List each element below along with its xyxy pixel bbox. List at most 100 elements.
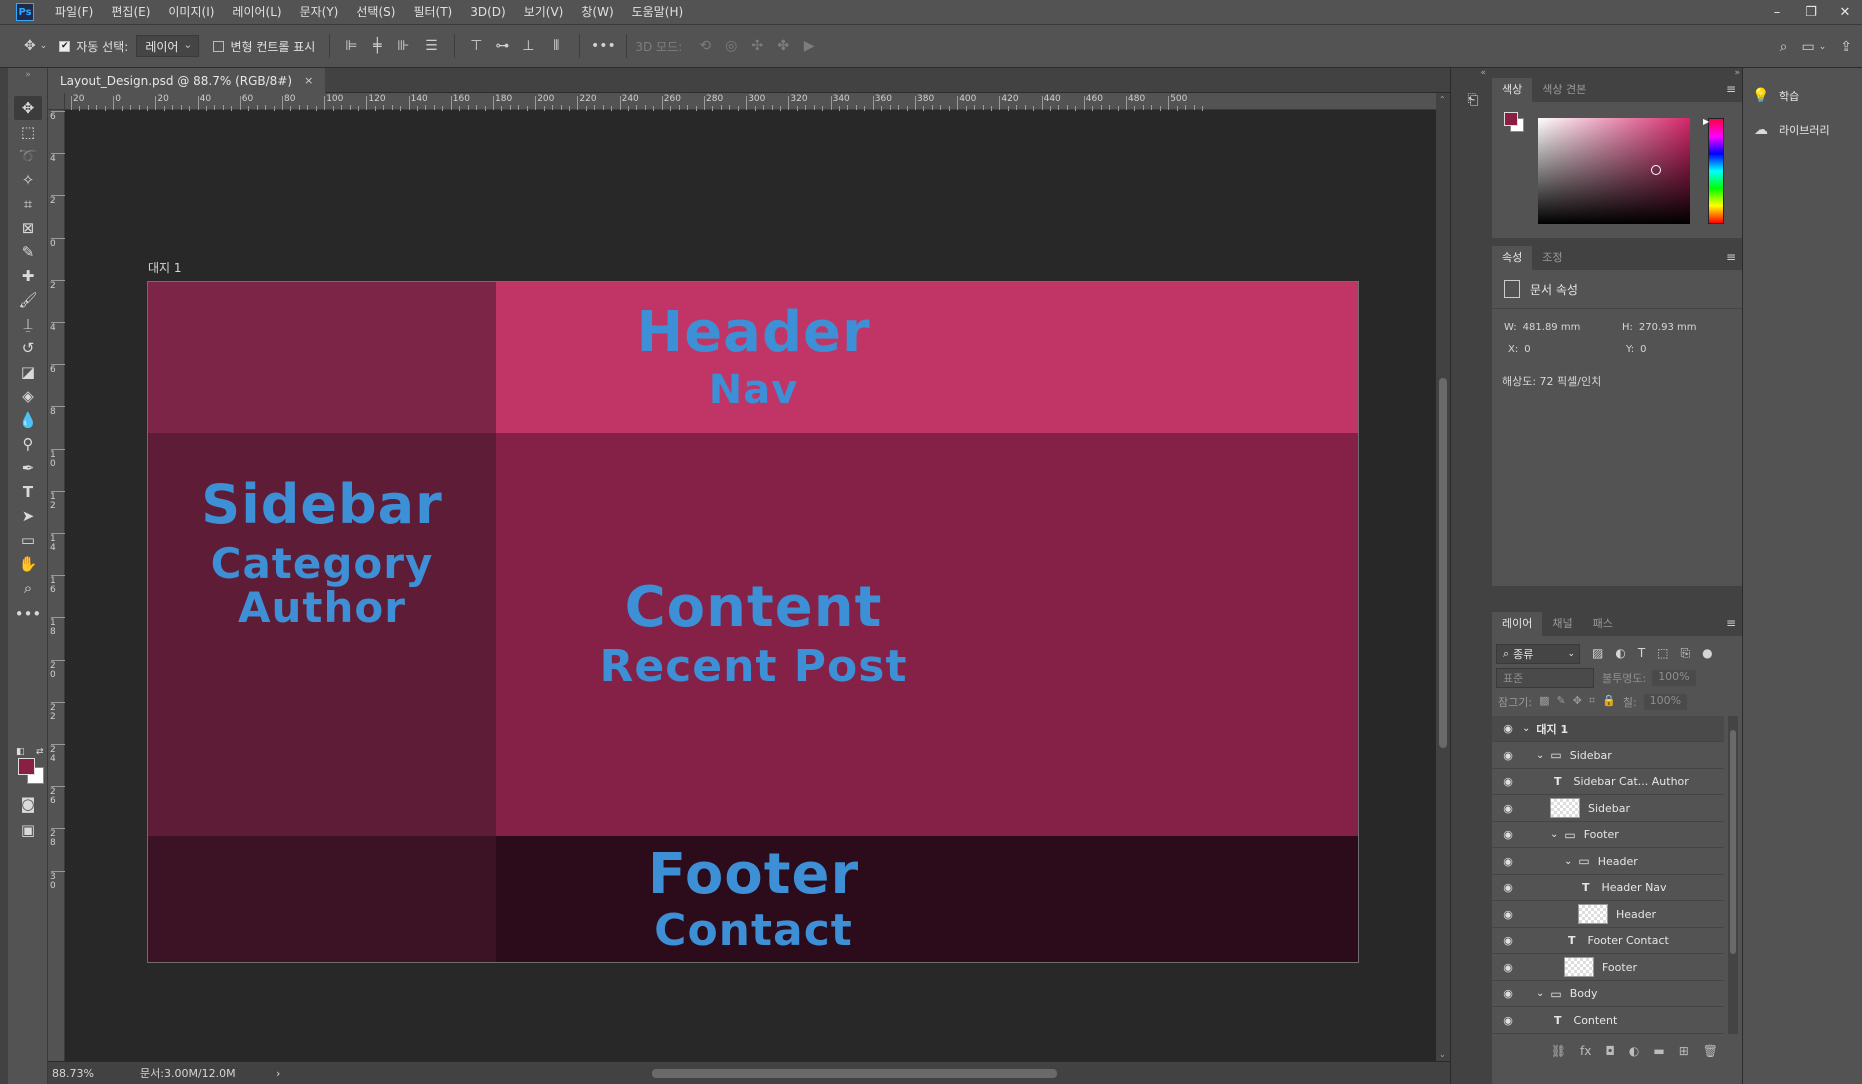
visibility-eye-icon[interactable]: ◉: [1500, 722, 1516, 735]
layer-row[interactable]: ◉ Footer: [1492, 955, 1724, 981]
tab-layers[interactable]: 레이어: [1492, 612, 1543, 636]
pen-tool-icon[interactable]: ✒: [14, 456, 42, 480]
default-colors-icon[interactable]: ◧: [16, 747, 25, 757]
menu-select[interactable]: 선택(S): [347, 0, 404, 24]
menu-layer[interactable]: 레이어(L): [223, 0, 290, 24]
hue-slider-marker-icon[interactable]: ▶: [1703, 117, 1709, 126]
menu-filter[interactable]: 필터(T): [404, 0, 461, 24]
workspace-icon[interactable]: ▭: [1801, 33, 1814, 61]
opacity-value[interactable]: 100%: [1652, 670, 1696, 686]
align-left-icon[interactable]: ⊫: [338, 32, 364, 60]
distribute-horizontal-icon[interactable]: ⦀: [541, 32, 571, 60]
menu-type[interactable]: 문자(Y): [291, 0, 348, 24]
tab-adjustments[interactable]: 조정: [1532, 246, 1572, 270]
lock-transparency-icon[interactable]: ▩: [1539, 694, 1549, 710]
expand-chevron-icon[interactable]: ⌄: [1522, 723, 1530, 734]
menu-3d[interactable]: 3D(D): [461, 0, 514, 24]
lasso-tool-icon[interactable]: ➰: [14, 144, 42, 168]
move-tool-icon[interactable]: ✥: [14, 96, 42, 120]
foreground-color-swatch[interactable]: [18, 758, 35, 775]
minimize-button[interactable]: –: [1760, 0, 1794, 24]
magic-wand-tool-icon[interactable]: ✧: [14, 168, 42, 192]
add-mask-icon[interactable]: ◘: [1605, 1044, 1615, 1058]
hand-tool-icon[interactable]: ✋: [14, 552, 42, 576]
visibility-eye-icon[interactable]: ◉: [1500, 881, 1516, 894]
expand-chevron-icon[interactable]: ⌄: [1536, 988, 1544, 999]
vertical-scrollbar[interactable]: ⌃ ⌄: [1436, 93, 1450, 1061]
horizontal-scroll-thumb[interactable]: [652, 1069, 1057, 1078]
scroll-up-icon[interactable]: ⌃: [1439, 95, 1446, 104]
dodge-tool-icon[interactable]: ⚲: [14, 432, 42, 456]
history-panel-icon[interactable]: ⎗: [1461, 88, 1485, 112]
menu-view[interactable]: 보기(V): [515, 0, 573, 24]
color-panel-foreground-swatch[interactable]: [1504, 112, 1518, 126]
layer-row[interactable]: ◉ T Sidebar Cat... Author: [1492, 769, 1724, 795]
fill-value[interactable]: 100%: [1643, 694, 1688, 710]
tab-color[interactable]: 색상: [1492, 78, 1533, 102]
tab-paths[interactable]: 패스: [1583, 612, 1623, 636]
color-picker-cursor[interactable]: [1651, 165, 1661, 175]
visibility-eye-icon[interactable]: ◉: [1500, 749, 1516, 762]
more-options-button[interactable]: •••: [588, 32, 618, 60]
share-icon[interactable]: ⇪: [1840, 33, 1852, 61]
visibility-eye-icon[interactable]: ◉: [1500, 802, 1516, 815]
menu-help[interactable]: 도움말(H): [623, 0, 693, 24]
x-value[interactable]: 0: [1524, 344, 1530, 355]
menu-window[interactable]: 창(W): [572, 0, 622, 24]
zoom-tool-icon[interactable]: ⌕: [14, 576, 42, 600]
smart-object-filter-icon[interactable]: ⎘: [1681, 646, 1691, 661]
adjustment-layer-filter-icon[interactable]: ◐: [1615, 646, 1625, 661]
restore-button[interactable]: ❐: [1794, 0, 1828, 24]
horizontal-ruler[interactable]: 20 0 20 40 60 80 100 120 140 160 180 200 220 240 260 28…: [48, 93, 1436, 111]
expand-chevron-icon[interactable]: ⌄: [1550, 829, 1558, 840]
eyedropper-tool-icon[interactable]: ✎: [14, 240, 42, 264]
layer-row[interactable]: ◉ ⌄ ▭ Sidebar: [1492, 743, 1724, 769]
3d-orbit-icon[interactable]: ⟲: [692, 32, 718, 60]
clone-stamp-tool-icon[interactable]: ⍊: [14, 312, 42, 336]
y-value[interactable]: 0: [1640, 344, 1646, 355]
paint-bucket-tool-icon[interactable]: ◈: [14, 384, 42, 408]
align-horizontal-center-icon[interactable]: ╪: [364, 32, 390, 60]
3d-pan-icon[interactable]: ✣: [744, 32, 770, 60]
adjustment-layer-icon[interactable]: ◐: [1629, 1044, 1639, 1058]
new-group-icon[interactable]: ▬: [1653, 1044, 1664, 1058]
layer-row[interactable]: ◉ Sidebar: [1492, 796, 1724, 822]
auto-select-target-select[interactable]: 레이어: [136, 35, 200, 57]
delete-layer-icon[interactable]: 🗑: [1703, 1044, 1718, 1058]
lock-artboard-icon[interactable]: ⌗: [1589, 694, 1595, 710]
height-value[interactable]: 270.93 mm: [1639, 322, 1697, 333]
learn-panel-button[interactable]: 💡 학습: [1751, 88, 1799, 104]
quick-mask-icon[interactable]: ◙: [14, 792, 42, 816]
artboard[interactable]: Header Nav Sidebar Category Author Conte…: [147, 281, 1359, 963]
status-menu-arrow[interactable]: ›: [276, 1067, 280, 1080]
visibility-eye-icon[interactable]: ◉: [1500, 961, 1516, 974]
layers-scrollbar[interactable]: [1728, 716, 1738, 1034]
new-layer-icon[interactable]: ⊞: [1679, 1044, 1689, 1058]
menu-edit[interactable]: 편집(E): [102, 0, 159, 24]
layer-row[interactable]: ◉ ⌄ ▭ Body: [1492, 981, 1724, 1007]
type-layer-filter-icon[interactable]: T: [1638, 646, 1645, 661]
edit-toolbar-icon[interactable]: •••: [14, 602, 42, 626]
align-vertical-center-icon[interactable]: ⊶: [489, 32, 515, 60]
width-value[interactable]: 481.89 mm: [1523, 322, 1581, 333]
shape-layer-filter-icon[interactable]: ⬚: [1657, 646, 1668, 661]
libraries-panel-button[interactable]: ☁ 라이브러리: [1751, 122, 1830, 138]
panel-menu-icon[interactable]: ≡: [1726, 616, 1736, 630]
filter-toggle-icon[interactable]: ●: [1702, 646, 1712, 661]
toolbar-collapse-icon[interactable]: »: [8, 68, 48, 82]
hue-slider[interactable]: ▶: [1703, 117, 1724, 224]
expand-panels-icon[interactable]: «: [1480, 68, 1486, 78]
canvas-area[interactable]: 20 0 20 40 60 80 100 120 140 160 180 200 220 240 260 28…: [48, 93, 1436, 1061]
panel-menu-icon[interactable]: ≡: [1726, 82, 1736, 96]
healing-brush-tool-icon[interactable]: ✚: [14, 264, 42, 288]
blur-tool-icon[interactable]: 💧: [14, 408, 42, 432]
expand-chevron-icon[interactable]: ⌄: [1564, 856, 1572, 867]
artboard-label[interactable]: 대지 1: [148, 259, 182, 276]
swap-colors-icon[interactable]: ⇄: [36, 747, 44, 757]
show-transform-controls-checkbox[interactable]: 변형 컨트롤 표시: [213, 38, 315, 55]
vertical-scroll-thumb[interactable]: [1439, 378, 1447, 748]
rectangular-marquee-tool-icon[interactable]: ⬚: [14, 120, 42, 144]
panel-menu-icon[interactable]: ≡: [1726, 250, 1736, 264]
tab-properties[interactable]: 속성: [1492, 246, 1533, 270]
layer-row[interactable]: ◉ T Content: [1492, 1008, 1724, 1034]
